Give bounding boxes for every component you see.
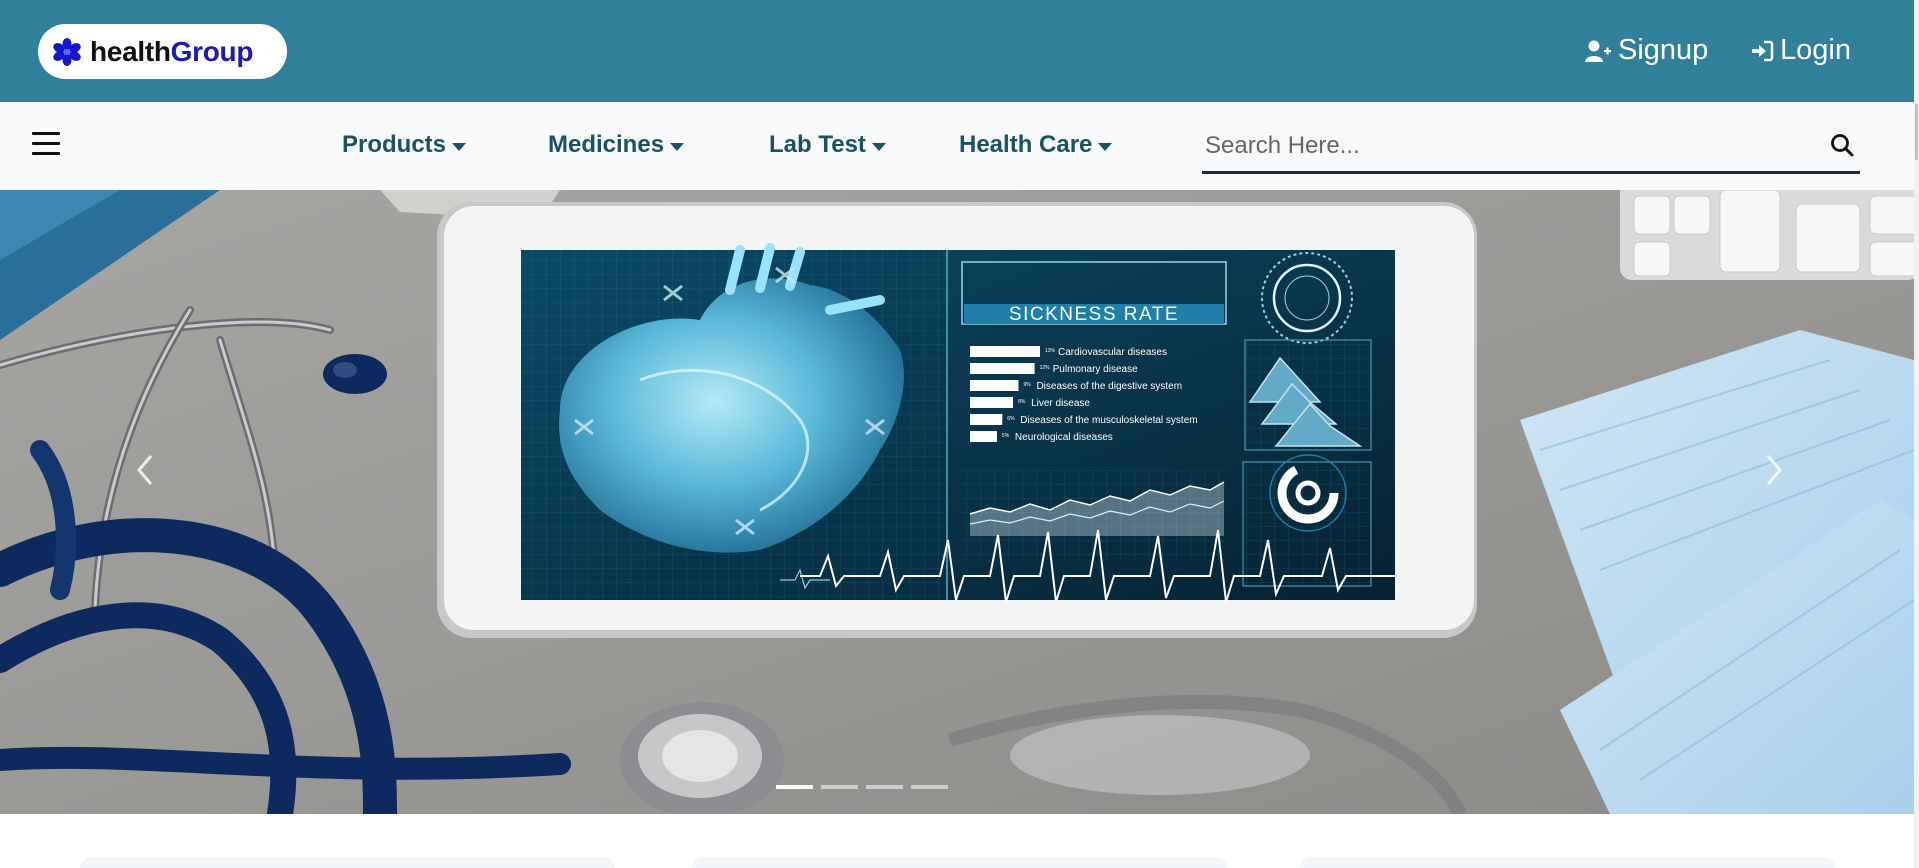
carousel-indicator[interactable]: [911, 785, 948, 789]
sickness-rate-label: Diseases of the musculoskeletal system: [1020, 415, 1197, 426]
brand-name-part1: health: [90, 35, 171, 67]
hero-image: SICKNESS RATE 13% Cardiovascular diseases…: [0, 190, 1914, 814]
brand-logo[interactable]: healthGroup: [38, 24, 287, 79]
sickness-rate-percent: 5%: [1002, 433, 1010, 439]
signup-label: Signup: [1618, 34, 1709, 66]
brand-name-part2: Group: [170, 35, 254, 67]
hero-carousel: SICKNESS RATE 13% Cardiovascular diseases…: [0, 190, 1914, 814]
nav-item-label: Products: [342, 131, 447, 158]
sickness-rate-bar: [970, 414, 1003, 425]
sign-in-icon: [1752, 40, 1774, 61]
caret-down-icon: [452, 142, 467, 151]
sickness-rate-label: Liver disease: [1031, 398, 1090, 409]
login-label: Login: [1780, 34, 1851, 66]
sickness-rate-percent: 9%: [1023, 382, 1031, 388]
feature-card: [1300, 857, 1835, 868]
sickness-rate-percent: 8%: [1018, 399, 1026, 405]
carousel-indicators: [776, 785, 956, 789]
caret-down-icon: [1098, 142, 1113, 151]
carousel-indicator[interactable]: [821, 785, 858, 789]
flower-icon: [53, 37, 81, 66]
top-header: healthGroup Signup Login: [0, 0, 1919, 102]
sickness-rate-percent: 13%: [1045, 348, 1056, 354]
caret-down-icon: [670, 142, 685, 151]
chevron-right-icon[interactable]: [1762, 452, 1786, 488]
sickness-rate-bar: [970, 380, 1019, 391]
nav-item-lab-test[interactable]: Lab Test: [769, 131, 886, 159]
sickness-rate-label: Cardiovascular diseases: [1058, 347, 1167, 358]
sickness-rate-bar: [970, 431, 997, 442]
brand-name: healthGroup: [90, 36, 253, 68]
nav-item-label: Health Care: [959, 131, 1093, 158]
feature-card: [80, 857, 615, 868]
nav-item-label: Medicines: [548, 131, 665, 158]
carousel-indicator[interactable]: [776, 785, 813, 789]
sickness-rate-label: Pulmonary disease: [1053, 364, 1138, 375]
nav-item-medicines[interactable]: Medicines: [548, 131, 685, 159]
user-plus-icon: [1585, 40, 1611, 62]
nav-item-label: Lab Test: [769, 131, 866, 158]
login-link[interactable]: Login: [1750, 34, 1851, 67]
sickness-rate-bar: [970, 346, 1040, 357]
chevron-left-icon[interactable]: [133, 452, 157, 488]
nav-item-health-care[interactable]: Health Care: [959, 131, 1113, 159]
feature-card: [692, 857, 1227, 868]
search-input[interactable]: [1202, 122, 1802, 170]
nav-item-products[interactable]: Products: [342, 131, 467, 159]
scrollbar-thumb[interactable]: [1915, 104, 1918, 160]
hamburger-icon[interactable]: [32, 132, 60, 156]
caret-down-icon: [871, 142, 886, 151]
sickness-rate-label: Neurological diseases: [1015, 432, 1113, 443]
signup-link[interactable]: Signup: [1584, 34, 1708, 67]
sickness-rate-bar: [970, 397, 1014, 408]
sickness-rate-label: Diseases of the digestive system: [1036, 381, 1182, 392]
carousel-indicator[interactable]: [866, 785, 903, 789]
sickness-rate-percent: 12%: [1040, 365, 1051, 371]
search-icon[interactable]: [1829, 132, 1855, 158]
sickness-rate-percent: 6%: [1007, 416, 1015, 422]
search-bar: [1202, 122, 1860, 174]
screen-title: SICKNESS RATE: [1009, 304, 1179, 325]
sickness-rate-bar: [970, 363, 1035, 374]
